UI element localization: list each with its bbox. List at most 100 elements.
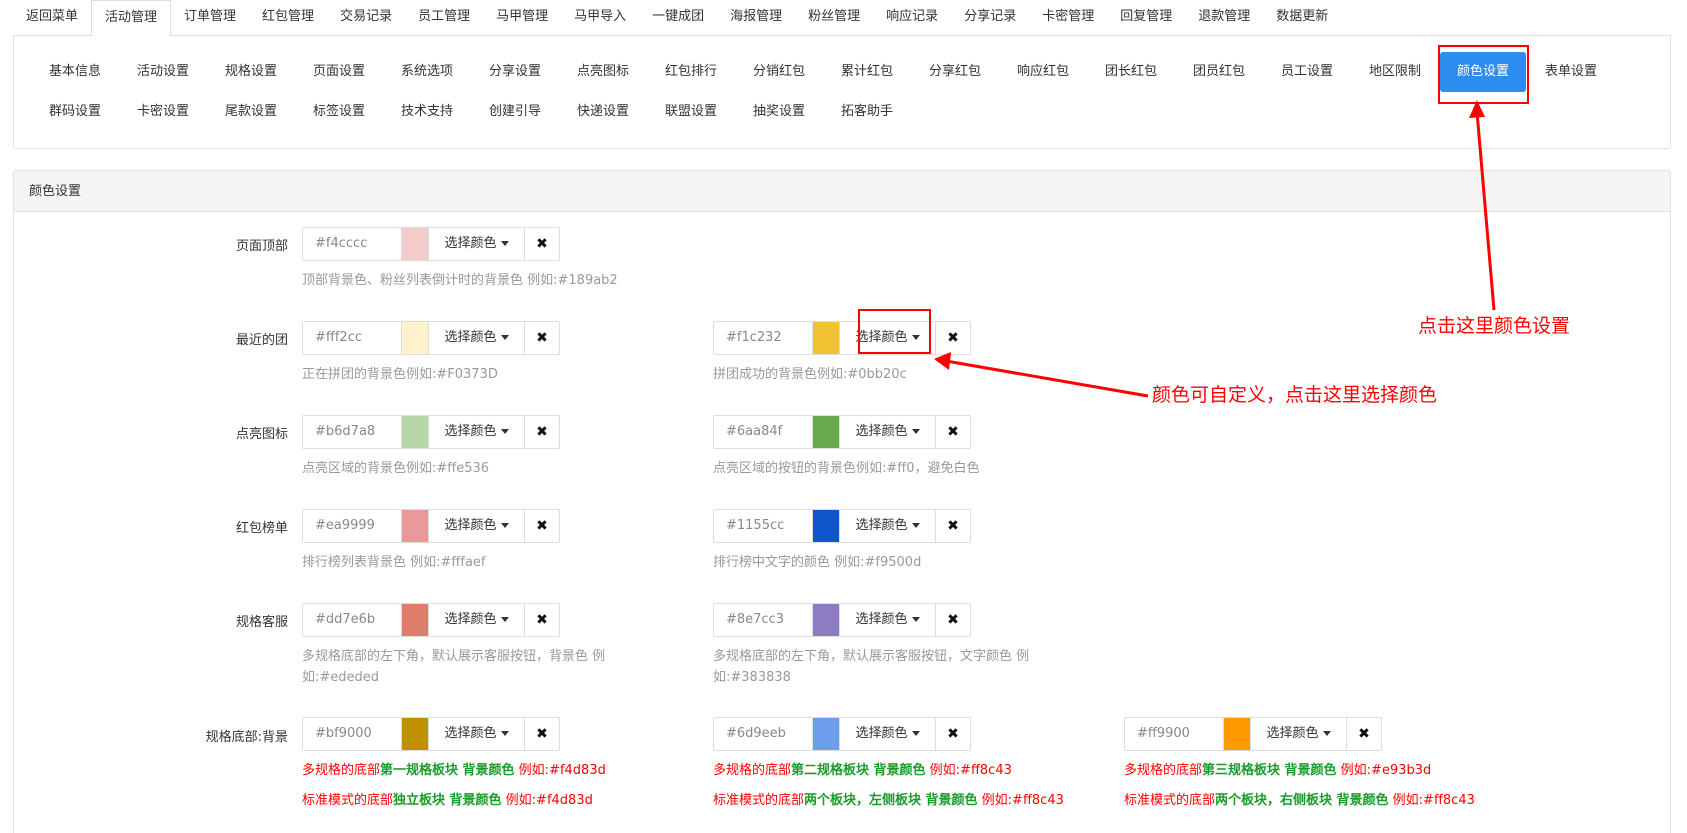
color-input[interactable]: #ea9999 (303, 510, 402, 542)
subnav-system-options[interactable]: 系统选项 (383, 52, 471, 92)
pick-color-button[interactable]: 选择颜色 (840, 604, 936, 636)
subnav-activity-settings[interactable]: 活动设置 (119, 52, 207, 92)
color-input[interactable]: #8e7cc3 (714, 604, 813, 636)
annotation-box-pick-color (858, 309, 931, 354)
clear-icon[interactable]: ✖ (525, 322, 559, 354)
tab-card-management[interactable]: 卡密管理 (1029, 0, 1107, 36)
pick-color-button[interactable]: 选择颜色 (429, 718, 525, 750)
pick-color-button[interactable]: 选择颜色 (429, 604, 525, 636)
subnav-share-redpacket[interactable]: 分享红包 (911, 52, 999, 92)
subnav-distribution-redpacket[interactable]: 分销红包 (735, 52, 823, 92)
tab-redpacket-management[interactable]: 红包管理 (249, 0, 327, 36)
pick-color-label: 选择颜色 (444, 330, 497, 345)
subnav-create-guide[interactable]: 创建引导 (471, 92, 559, 132)
color-swatch (402, 228, 429, 260)
pick-color-label: 选择颜色 (444, 236, 497, 251)
clear-icon[interactable]: ✖ (1347, 718, 1381, 750)
subnav-leader-redpacket[interactable]: 团长红包 (1087, 52, 1175, 92)
tab-vest-management[interactable]: 马甲管理 (483, 0, 561, 36)
subnav-express-settings[interactable]: 快递设置 (559, 92, 647, 132)
subnav-alliance-settings[interactable]: 联盟设置 (647, 92, 735, 132)
subnav-customer-assistant[interactable]: 拓客助手 (823, 92, 911, 132)
field-label-redpacket-ranking: 红包榜单 (235, 521, 288, 536)
color-input[interactable]: #ff9900 (1125, 718, 1224, 750)
pick-color-button[interactable]: 选择颜色 (840, 416, 936, 448)
subnav-response-redpacket[interactable]: 响应红包 (999, 52, 1087, 92)
clear-icon[interactable]: ✖ (525, 718, 559, 750)
tab-fans-management[interactable]: 粉丝管理 (795, 0, 873, 36)
subnav-spec-settings[interactable]: 规格设置 (207, 52, 295, 92)
help-text: 点亮区域的背景色例如:#ffe536 (302, 461, 490, 476)
clear-icon[interactable]: ✖ (936, 604, 970, 636)
tab-order-management[interactable]: 订单管理 (171, 0, 249, 36)
subnav-staff-settings[interactable]: 员工设置 (1263, 52, 1351, 92)
pick-color-button[interactable]: 选择颜色 (840, 510, 936, 542)
pick-color-button[interactable]: 选择颜色 (429, 510, 525, 542)
annotation-box-color-settings (1438, 45, 1529, 104)
tab-share-records[interactable]: 分享记录 (951, 0, 1029, 36)
clear-icon[interactable]: ✖ (936, 510, 970, 542)
tab-refund-management[interactable]: 退款管理 (1185, 0, 1263, 36)
color-input[interactable]: #1155cc (714, 510, 813, 542)
tab-back-menu[interactable]: 返回菜单 (13, 0, 91, 36)
panel-title: 颜色设置 (14, 171, 1670, 212)
subnav-tag-settings[interactable]: 标签设置 (295, 92, 383, 132)
color-picker-ranking-1: #ea9999 选择颜色 ✖ (302, 509, 560, 543)
clear-icon[interactable]: ✖ (936, 322, 970, 354)
clear-icon[interactable]: ✖ (525, 510, 559, 542)
help-text-standard: 标准模式的底部独立板块 背景颜色 例如:#f4d83d (302, 793, 593, 808)
subnav-balance-settings[interactable]: 尾款设置 (207, 92, 295, 132)
pick-color-button[interactable]: 选择颜色 (1251, 718, 1347, 750)
tab-vest-import[interactable]: 马甲导入 (561, 0, 639, 36)
tab-reply-management[interactable]: 回复管理 (1107, 0, 1185, 36)
pick-color-label: 选择颜色 (444, 424, 497, 439)
subnav-region-limit[interactable]: 地区限制 (1351, 52, 1439, 92)
color-input[interactable]: #dd7e6b (303, 604, 402, 636)
tab-transactions[interactable]: 交易记录 (327, 0, 405, 36)
subnav-basic-info[interactable]: 基本信息 (31, 52, 119, 92)
color-picker-spec-bottom-3: #ff9900 选择颜色 ✖ (1124, 717, 1382, 751)
tab-one-click-group[interactable]: 一键成团 (639, 0, 717, 36)
clear-icon[interactable]: ✖ (936, 718, 970, 750)
color-input[interactable]: #6aa84f (714, 416, 813, 448)
tab-activity-management[interactable]: 活动管理 (91, 0, 172, 37)
subnav-group-code-settings[interactable]: 群码设置 (31, 92, 119, 132)
subnav-form-settings[interactable]: 表单设置 (1527, 52, 1615, 92)
color-input[interactable]: #f4cccc (303, 228, 402, 260)
caret-down-icon (500, 617, 509, 622)
color-input[interactable]: #b6d7a8 (303, 416, 402, 448)
tab-data-update[interactable]: 数据更新 (1263, 0, 1341, 36)
color-input[interactable]: #fff2cc (303, 322, 402, 354)
clear-icon[interactable]: ✖ (936, 416, 970, 448)
subnav-cumulative-redpacket[interactable]: 累计红包 (823, 52, 911, 92)
tab-poster-management[interactable]: 海报管理 (717, 0, 795, 36)
caret-down-icon (500, 731, 509, 736)
subnav-tech-support[interactable]: 技术支持 (383, 92, 471, 132)
clear-icon[interactable]: ✖ (525, 416, 559, 448)
subnav-light-icons[interactable]: 点亮图标 (559, 52, 647, 92)
caret-down-icon (1322, 731, 1331, 736)
clear-icon[interactable]: ✖ (525, 604, 559, 636)
subnav-lottery-settings[interactable]: 抽奖设置 (735, 92, 823, 132)
tab-response-records[interactable]: 响应记录 (873, 0, 951, 36)
help-text-multi-spec: 多规格的底部第一规格板块 背景颜色 例如:#f4d83d (302, 763, 606, 778)
pick-color-label: 选择颜色 (855, 518, 908, 533)
subnav-redpacket-ranking[interactable]: 红包排行 (647, 52, 735, 92)
color-picker-recent-group-2: #f1c232 选择颜色 ✖ (713, 321, 971, 355)
pick-color-button[interactable]: 选择颜色 (429, 322, 525, 354)
color-input[interactable]: #bf9000 (303, 718, 402, 750)
pick-color-label: 选择颜色 (1266, 726, 1319, 741)
color-swatch (402, 604, 429, 636)
subnav-page-settings[interactable]: 页面设置 (295, 52, 383, 92)
subnav-share-settings[interactable]: 分享设置 (471, 52, 559, 92)
subnav-member-redpacket[interactable]: 团员红包 (1175, 52, 1263, 92)
color-input[interactable]: #f1c232 (714, 322, 813, 354)
pick-color-button[interactable]: 选择颜色 (429, 228, 525, 260)
subnav-card-settings[interactable]: 卡密设置 (119, 92, 207, 132)
color-input[interactable]: #6d9eeb (714, 718, 813, 750)
pick-color-button[interactable]: 选择颜色 (429, 416, 525, 448)
pick-color-label: 选择颜色 (444, 518, 497, 533)
pick-color-button[interactable]: 选择颜色 (840, 718, 936, 750)
tab-staff-management[interactable]: 员工管理 (405, 0, 483, 36)
clear-icon[interactable]: ✖ (525, 228, 559, 260)
